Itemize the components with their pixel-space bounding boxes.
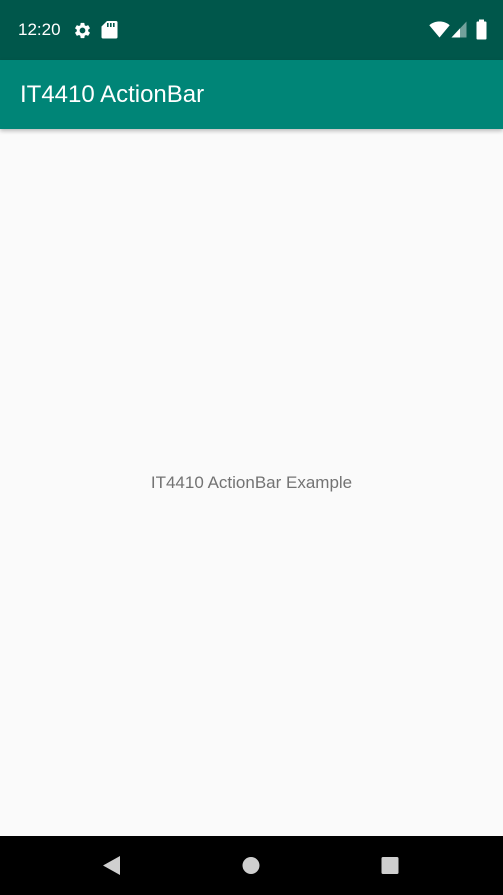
status-bar: 12:20: [0, 0, 503, 60]
center-message: IT4410 ActionBar Example: [150, 473, 353, 492]
main-content: IT4410 ActionBar Example: [0, 129, 503, 836]
battery-icon: [476, 19, 487, 40]
action-bar-title: IT4410 ActionBar: [20, 81, 205, 108]
back-icon[interactable]: [71, 836, 151, 895]
navigation-bar: [0, 836, 503, 895]
wifi-icon: [429, 21, 450, 38]
recents-icon[interactable]: [350, 836, 430, 895]
action-bar: IT4410 ActionBar: [0, 60, 503, 129]
home-icon[interactable]: [211, 836, 291, 895]
signal-icon: [451, 21, 467, 38]
status-time: 12:20: [18, 20, 61, 39]
sd-card-icon: [101, 21, 118, 39]
gear-icon: [75, 22, 90, 39]
